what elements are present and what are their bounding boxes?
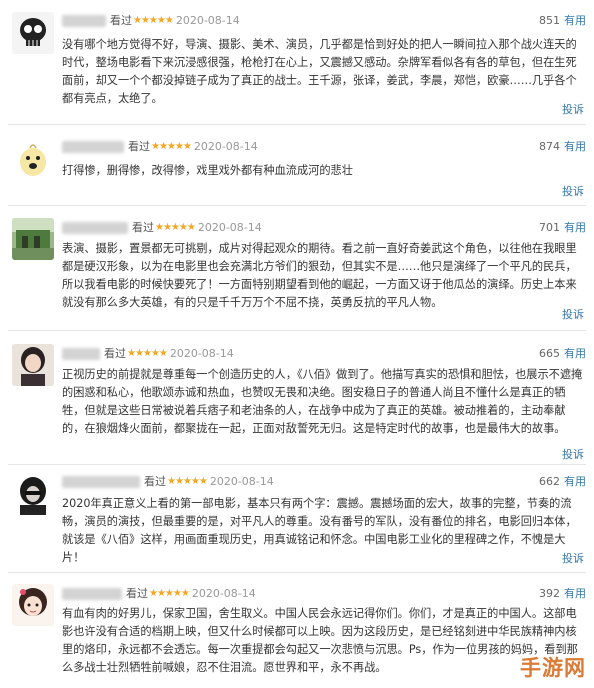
star-rating: ★★★★★ — [151, 141, 192, 152]
report-link[interactable]: 投诉 — [562, 550, 584, 566]
review-text: 表演、摄影，置景都无可挑剔，成片对得起观众的期待。看之前一直好奇姜武这个角色，以… — [62, 242, 577, 309]
divider — [8, 124, 586, 125]
avatar[interactable] — [12, 12, 54, 54]
landscape-avatar-icon — [12, 218, 54, 260]
review-date: 2020-08-14 — [193, 140, 258, 153]
watched-status: 看过 — [110, 14, 132, 27]
username-blurred[interactable] — [62, 141, 124, 153]
review-date: 2020-08-14 — [169, 347, 234, 360]
vote-area: 874 有用 — [539, 139, 586, 155]
avatar[interactable] — [12, 218, 54, 260]
avatar[interactable] — [12, 344, 54, 386]
cartoon-girl-avatar-icon — [12, 584, 54, 626]
review-text: 打得惨，删得惨，改得惨，戏里戏外都有种血流成河的悲壮 — [62, 164, 353, 177]
review-text: 2020年真正意义上看的第一部电影，基本只有两个字：震撼。震撼场面的宏大，故事的… — [62, 497, 577, 564]
vote-count: 701 — [539, 221, 560, 234]
watched-status: 看过 — [104, 347, 126, 360]
username-blurred[interactable] — [62, 222, 128, 234]
divider — [8, 330, 586, 331]
report-link[interactable]: 投诉 — [562, 101, 584, 117]
star-rating: ★★★★★ — [167, 476, 208, 487]
useful-button[interactable]: 有用 — [564, 221, 586, 234]
review-meta: 看过 ★★★★★ 2020-08-14 — [62, 474, 274, 490]
review-meta: 看过 ★★★★★ 2020-08-14 — [62, 346, 234, 362]
watched-status: 看过 — [128, 140, 150, 153]
review-meta: 看过 ★★★★★ 2020-08-14 — [62, 139, 258, 155]
star-rating: ★★★★★ — [149, 588, 190, 599]
vote-count: 662 — [539, 475, 560, 488]
vote-count: 874 — [539, 140, 560, 153]
avatar[interactable] — [12, 584, 54, 626]
vote-area: 662 有用 — [539, 474, 586, 490]
divider — [8, 464, 586, 465]
portrait-avatar-icon — [12, 344, 54, 386]
report-link[interactable]: 投诉 — [562, 306, 584, 322]
vote-count: 851 — [539, 14, 560, 27]
star-rating: ★★★★★ — [155, 222, 196, 233]
useful-button[interactable]: 有用 — [564, 587, 586, 600]
review-date: 2020-08-14 — [197, 221, 262, 234]
username-blurred[interactable] — [62, 588, 122, 600]
vote-area: 392 有用 — [539, 586, 586, 602]
useful-button[interactable]: 有用 — [564, 475, 586, 488]
username-blurred[interactable] — [62, 15, 106, 27]
review-date: 2020-08-14 — [209, 475, 274, 488]
watched-status: 看过 — [126, 587, 148, 600]
portrait-avatar-icon — [12, 473, 54, 515]
username-blurred[interactable] — [62, 348, 100, 360]
useful-button[interactable]: 有用 — [564, 347, 586, 360]
watched-status: 看过 — [144, 475, 166, 488]
vote-area: 851 有用 — [539, 13, 586, 29]
divider — [8, 572, 586, 573]
skull-avatar-icon — [12, 12, 54, 54]
review-meta: 看过 ★★★★★ 2020-08-14 — [62, 13, 240, 29]
watermark-logo: 手游网 — [468, 646, 586, 682]
star-rating: ★★★★★ — [127, 348, 168, 359]
avatar[interactable] — [12, 473, 54, 515]
avatar[interactable] — [12, 138, 54, 180]
star-rating: ★★★★★ — [133, 15, 174, 26]
vote-area: 665 有用 — [539, 346, 586, 362]
review-meta: 看过 ★★★★★ 2020-08-14 — [62, 586, 256, 602]
vote-area: 701 有用 — [539, 220, 586, 236]
watched-status: 看过 — [132, 221, 154, 234]
report-link[interactable]: 投诉 — [562, 183, 584, 199]
report-link[interactable]: 投诉 — [562, 446, 584, 462]
username-blurred[interactable] — [62, 476, 140, 488]
watermark-text: 手游网 — [520, 656, 586, 680]
useful-button[interactable]: 有用 — [564, 14, 586, 27]
review-meta: 看过 ★★★★★ 2020-08-14 — [62, 220, 262, 236]
vote-count: 392 — [539, 587, 560, 600]
review-date: 2020-08-14 — [191, 587, 256, 600]
vote-count: 665 — [539, 347, 560, 360]
review-date: 2020-08-14 — [175, 14, 240, 27]
divider — [8, 205, 586, 206]
useful-button[interactable]: 有用 — [564, 140, 586, 153]
chick-avatar-icon — [12, 138, 54, 180]
review-text: 没有哪个地方觉得不好，导演、摄影、美术、演员，几乎都是恰到好处的把人一瞬间拉入那… — [62, 38, 577, 105]
review-text: 正视历史的前提就是尊重每一个创造历史的人，《八佰》做到了。他描写真实的恐惧和胆怯… — [62, 368, 583, 435]
